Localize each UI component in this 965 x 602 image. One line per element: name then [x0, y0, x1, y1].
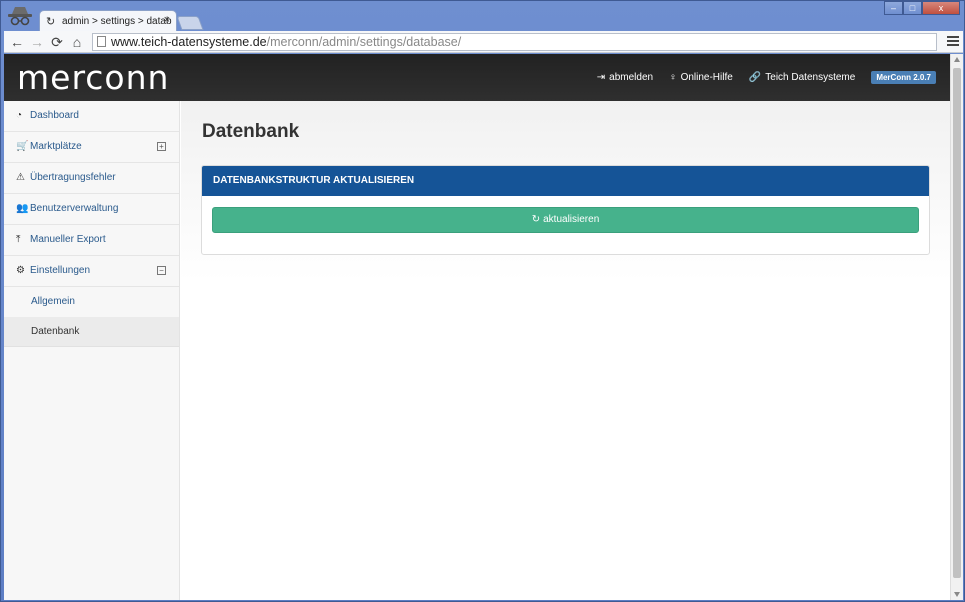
- title-bar: ↻ admin > settings > datab × – □ x: [1, 1, 964, 32]
- url-path: /merconn/admin/settings/database/: [266, 35, 462, 49]
- browser-toolbar: ← → ⟳ ⌂ www.teich-datensysteme.de/mercon…: [4, 31, 963, 53]
- logout-icon: ⇥: [596, 72, 606, 83]
- scrollbar-thumb[interactable]: [953, 68, 961, 578]
- sidebar-item-uebertragungsfehler[interactable]: ⚠ Übertragungsfehler: [4, 163, 179, 194]
- scroll-up-icon[interactable]: [954, 57, 960, 62]
- sidebar-item-label: Übertragungsfehler: [30, 172, 116, 183]
- page-title: Datenbank: [202, 121, 300, 142]
- forward-button[interactable]: →: [28, 33, 46, 51]
- dashboard-icon: ◔: [16, 110, 23, 121]
- browser-window: ↻ admin > settings > datab × – □ x ← → ⟳…: [0, 0, 965, 602]
- maximize-button[interactable]: □: [903, 1, 922, 15]
- sidebar: ◔ Dashboard 🛒 Marktplätze + ⚠ Übertragungsf…: [4, 101, 180, 600]
- sidebar-item-label: Dashboard: [30, 110, 79, 121]
- panel-title: DATENBANKSTRUKTUR AKTUALISIEREN: [202, 166, 929, 196]
- sidebar-item-label: Einstellungen: [30, 265, 91, 276]
- version-badge: MerConn 2.0.7: [871, 71, 936, 84]
- close-window-button[interactable]: x: [922, 1, 960, 15]
- users-icon: 👥: [16, 203, 29, 214]
- warning-icon: ⚠: [16, 172, 25, 183]
- update-button-label: aktualisieren: [543, 214, 600, 225]
- lightbulb-icon: ♀: [669, 72, 677, 83]
- online-help-link[interactable]: ♀ Online-Hilfe: [669, 72, 733, 83]
- logout-link[interactable]: ⇥ abmelden: [597, 72, 653, 83]
- vertical-scrollbar[interactable]: [950, 54, 963, 600]
- sidebar-item-label: Benutzerverwaltung: [30, 203, 119, 214]
- home-button[interactable]: ⌂: [68, 33, 86, 51]
- sidebar-item-label: Manueller Export: [30, 234, 106, 245]
- link-icon: 🔗: [748, 72, 762, 83]
- teich-link[interactable]: 🔗 Teich Datensysteme: [749, 72, 856, 83]
- browser-tab-active[interactable]: ↻ admin > settings > datab ×: [39, 10, 177, 32]
- page-icon: [97, 36, 106, 47]
- tab-title: admin > settings > datab: [62, 16, 172, 27]
- app-header: merconn ⇥ abmelden ♀ Online-Hilfe 🔗 Teic…: [4, 54, 950, 101]
- sidebar-item-manueller-export[interactable]: ⤒ Manueller Export: [4, 225, 179, 256]
- reload-button[interactable]: ⟳: [48, 33, 66, 51]
- cart-icon: 🛒: [16, 141, 29, 152]
- sidebar-item-einstellungen[interactable]: ⚙ Einstellungen −: [4, 256, 179, 287]
- sidebar-subitem-datenbank[interactable]: Datenbank: [4, 317, 179, 347]
- header-links: ⇥ abmelden ♀ Online-Hilfe 🔗 Teich Datens…: [581, 71, 936, 84]
- back-button[interactable]: ←: [8, 33, 26, 51]
- url-host: www.teich-datensysteme.de: [111, 35, 267, 49]
- upload-icon: ⤒: [16, 234, 21, 245]
- collapse-icon[interactable]: −: [157, 266, 166, 275]
- online-help-label: Online-Hilfe: [680, 72, 733, 83]
- update-button[interactable]: ↻ aktualisieren: [212, 207, 919, 233]
- incognito-icon: [8, 7, 32, 26]
- sidebar-item-marktplaetze[interactable]: 🛒 Marktplätze +: [4, 132, 179, 163]
- sidebar-item-dashboard[interactable]: ◔ Dashboard: [4, 101, 179, 132]
- main-content: Datenbank DATENBANKSTRUKTUR AKTUALISIERE…: [181, 101, 950, 600]
- refresh-icon: ↻: [531, 214, 541, 225]
- db-structure-panel: DATENBANKSTRUKTUR AKTUALISIEREN ↻ aktuali…: [201, 165, 930, 255]
- browser-menu-icon[interactable]: [947, 34, 959, 48]
- merconn-logo[interactable]: merconn: [17, 58, 169, 97]
- address-bar[interactable]: www.teich-datensysteme.de/merconn/admin/…: [92, 33, 937, 51]
- page-viewport: merconn ⇥ abmelden ♀ Online-Hilfe 🔗 Teic…: [4, 54, 963, 600]
- new-tab-button[interactable]: [176, 16, 204, 30]
- sidebar-subitem-allgemein[interactable]: Allgemein: [4, 287, 179, 317]
- logout-label: abmelden: [609, 72, 654, 83]
- scroll-down-icon[interactable]: [954, 592, 960, 597]
- gears-icon: ⚙: [16, 265, 25, 276]
- expand-icon[interactable]: +: [157, 142, 166, 151]
- sidebar-item-label: Marktplätze: [30, 141, 82, 152]
- teich-label: Teich Datensysteme: [765, 72, 856, 83]
- minimize-button[interactable]: –: [884, 1, 903, 15]
- sidebar-item-benutzerverwaltung[interactable]: 👥 Benutzerverwaltung: [4, 194, 179, 225]
- window-controls: – □ x: [884, 1, 960, 15]
- tab-close-icon[interactable]: ×: [164, 14, 170, 26]
- loading-favicon-icon: ↻: [46, 16, 56, 28]
